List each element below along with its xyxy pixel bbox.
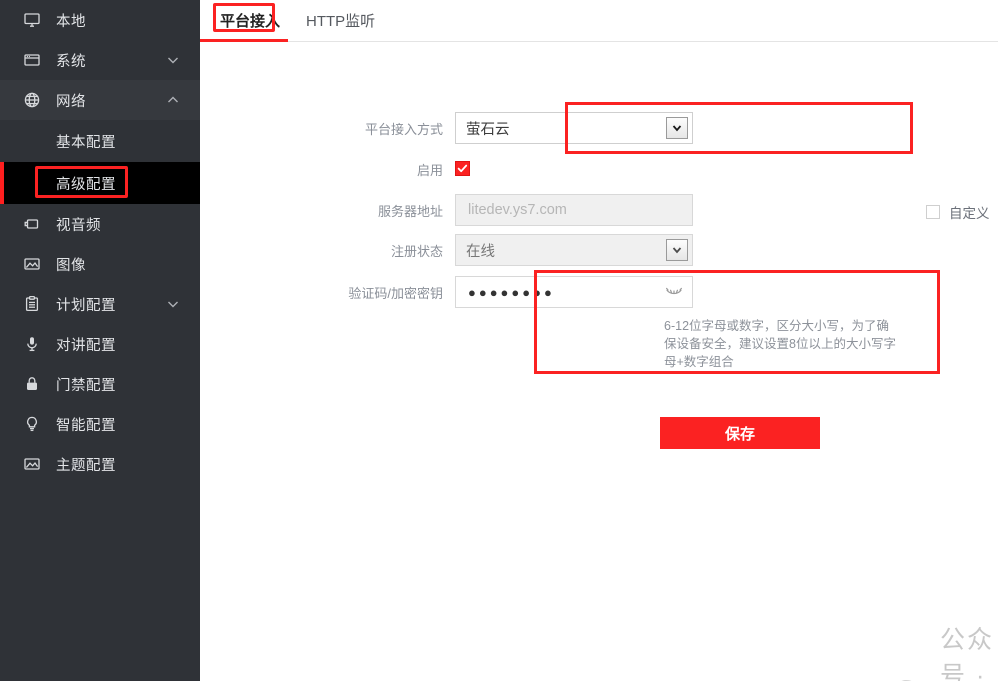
sidebar-item-label: 系统	[56, 53, 86, 70]
bulb-icon	[22, 414, 42, 434]
server-address-input-wrap: litedev.ys7.com	[455, 194, 693, 226]
sidebar-item-label: 主题配置	[56, 457, 116, 474]
register-status-label: 注册状态	[390, 243, 443, 259]
platform-mode-value: 萤石云	[466, 121, 510, 138]
image-icon	[22, 254, 42, 274]
custom-label: 自定义	[949, 206, 990, 221]
eye-closed-icon[interactable]	[665, 285, 683, 299]
register-status-select[interactable]: 在线	[455, 234, 693, 266]
verify-key-hint: 6-12位字母或数字，区分大小写，为了确保设备安全，建议设置8位以上的大小写字母…	[664, 319, 896, 369]
enable-checkbox-wrap	[455, 160, 470, 179]
sidebar-item-video-audio[interactable]: 视音频	[0, 204, 200, 244]
register-status-value: 在线	[466, 243, 495, 260]
form-row-server-address: 服务器地址 litedev.ys7.com	[365, 194, 693, 226]
sidebar-item-label: 本地	[56, 13, 86, 30]
sidebar-item-label: 对讲配置	[56, 337, 116, 354]
custom-checkbox[interactable]	[926, 205, 940, 219]
platform-mode-label: 平台接入方式	[365, 121, 444, 137]
image-icon	[22, 454, 42, 474]
sidebar-item-label: 视音频	[56, 217, 101, 234]
sidebar-item-label: 高级配置	[56, 176, 116, 193]
globe-icon	[22, 90, 42, 110]
platform-mode-select-wrap: 萤石云	[455, 112, 693, 144]
sidebar-item-smart-config[interactable]: 智能配置	[0, 404, 200, 444]
custom-checkbox-row: 自定义	[926, 202, 990, 222]
sidebar-item-network[interactable]: 网络	[0, 80, 200, 120]
sidebar-item-label: 基本配置	[56, 134, 116, 151]
register-status-select-wrap: 在线	[455, 234, 693, 266]
server-address-input[interactable]: litedev.ys7.com	[455, 194, 693, 226]
server-address-label: 服务器地址	[377, 203, 443, 219]
sidebar-item-access-control-config[interactable]: 门禁配置	[0, 364, 200, 404]
tab-bar: 平台接入 HTTP监听	[200, 0, 998, 42]
sidebar-item-advanced-config[interactable]: 高级配置	[0, 162, 200, 204]
tab-platform-access[interactable]: 平台接入	[214, 8, 286, 33]
verify-key-input[interactable]: ●●●●●●●●	[455, 276, 693, 308]
microphone-icon	[22, 334, 42, 354]
verify-key-label: 验证码/加密密钥	[348, 285, 443, 301]
watermark-text: 公众号 · 安防之窝	[940, 626, 995, 681]
app-root: 本地 系统 网络 基本配置 高级配置 视音频 图像 计划配置 对讲配置 门禁配置…	[0, 0, 998, 681]
chevron-down-icon	[164, 295, 182, 313]
sidebar: 本地 系统 网络 基本配置 高级配置 视音频 图像 计划配置 对讲配置 门禁配置…	[0, 0, 200, 681]
chevron-down-icon[interactable]	[666, 239, 688, 261]
chevron-up-icon	[164, 91, 182, 109]
chevron-down-icon	[164, 51, 182, 69]
sidebar-item-label: 网络	[56, 93, 86, 110]
video-icon	[22, 214, 42, 234]
sidebar-item-local[interactable]: 本地	[0, 0, 200, 40]
sidebar-item-basic-config[interactable]: 基本配置	[0, 120, 200, 162]
sidebar-item-label: 计划配置	[56, 297, 116, 314]
chevron-down-icon[interactable]	[666, 117, 688, 139]
sidebar-item-image[interactable]: 图像	[0, 244, 200, 284]
tab-http-listen[interactable]: HTTP监听	[300, 8, 381, 33]
monitor-icon	[22, 10, 42, 30]
tab-active-underline	[200, 39, 288, 42]
clipboard-icon	[22, 294, 42, 314]
form-row-platform-mode: 平台接入方式 萤石云	[365, 112, 693, 144]
sidebar-item-schedule-config[interactable]: 计划配置	[0, 284, 200, 324]
save-button[interactable]: 保存	[660, 417, 820, 449]
sidebar-item-label: 门禁配置	[56, 377, 116, 394]
verify-key-value: ●●●●●●●●	[468, 284, 555, 300]
sidebar-item-system[interactable]: 系统	[0, 40, 200, 80]
watermark: 公众号 · 安防之窝	[894, 620, 998, 681]
form-row-enable: 启用	[365, 160, 470, 179]
enable-label: 启用	[416, 163, 443, 178]
verify-key-input-wrap: ●●●●●●●●	[455, 276, 693, 308]
sidebar-item-theme-config[interactable]: 主题配置	[0, 444, 200, 484]
sidebar-item-label: 智能配置	[56, 417, 116, 434]
sidebar-item-intercom-config[interactable]: 对讲配置	[0, 324, 200, 364]
lock-icon	[22, 374, 42, 394]
enable-checkbox[interactable]	[455, 160, 470, 176]
window-icon	[22, 50, 42, 70]
form-row-register-status: 注册状态 在线	[365, 234, 693, 266]
main-content: 平台接入 HTTP监听 平台接入方式 萤石云 启用 服务器地址 litedev.…	[200, 0, 998, 681]
sidebar-item-label: 图像	[56, 257, 86, 274]
form-row-verify-key: 验证码/加密密钥 ●●●●●●●●	[335, 276, 693, 308]
platform-mode-select[interactable]: 萤石云	[455, 112, 693, 144]
